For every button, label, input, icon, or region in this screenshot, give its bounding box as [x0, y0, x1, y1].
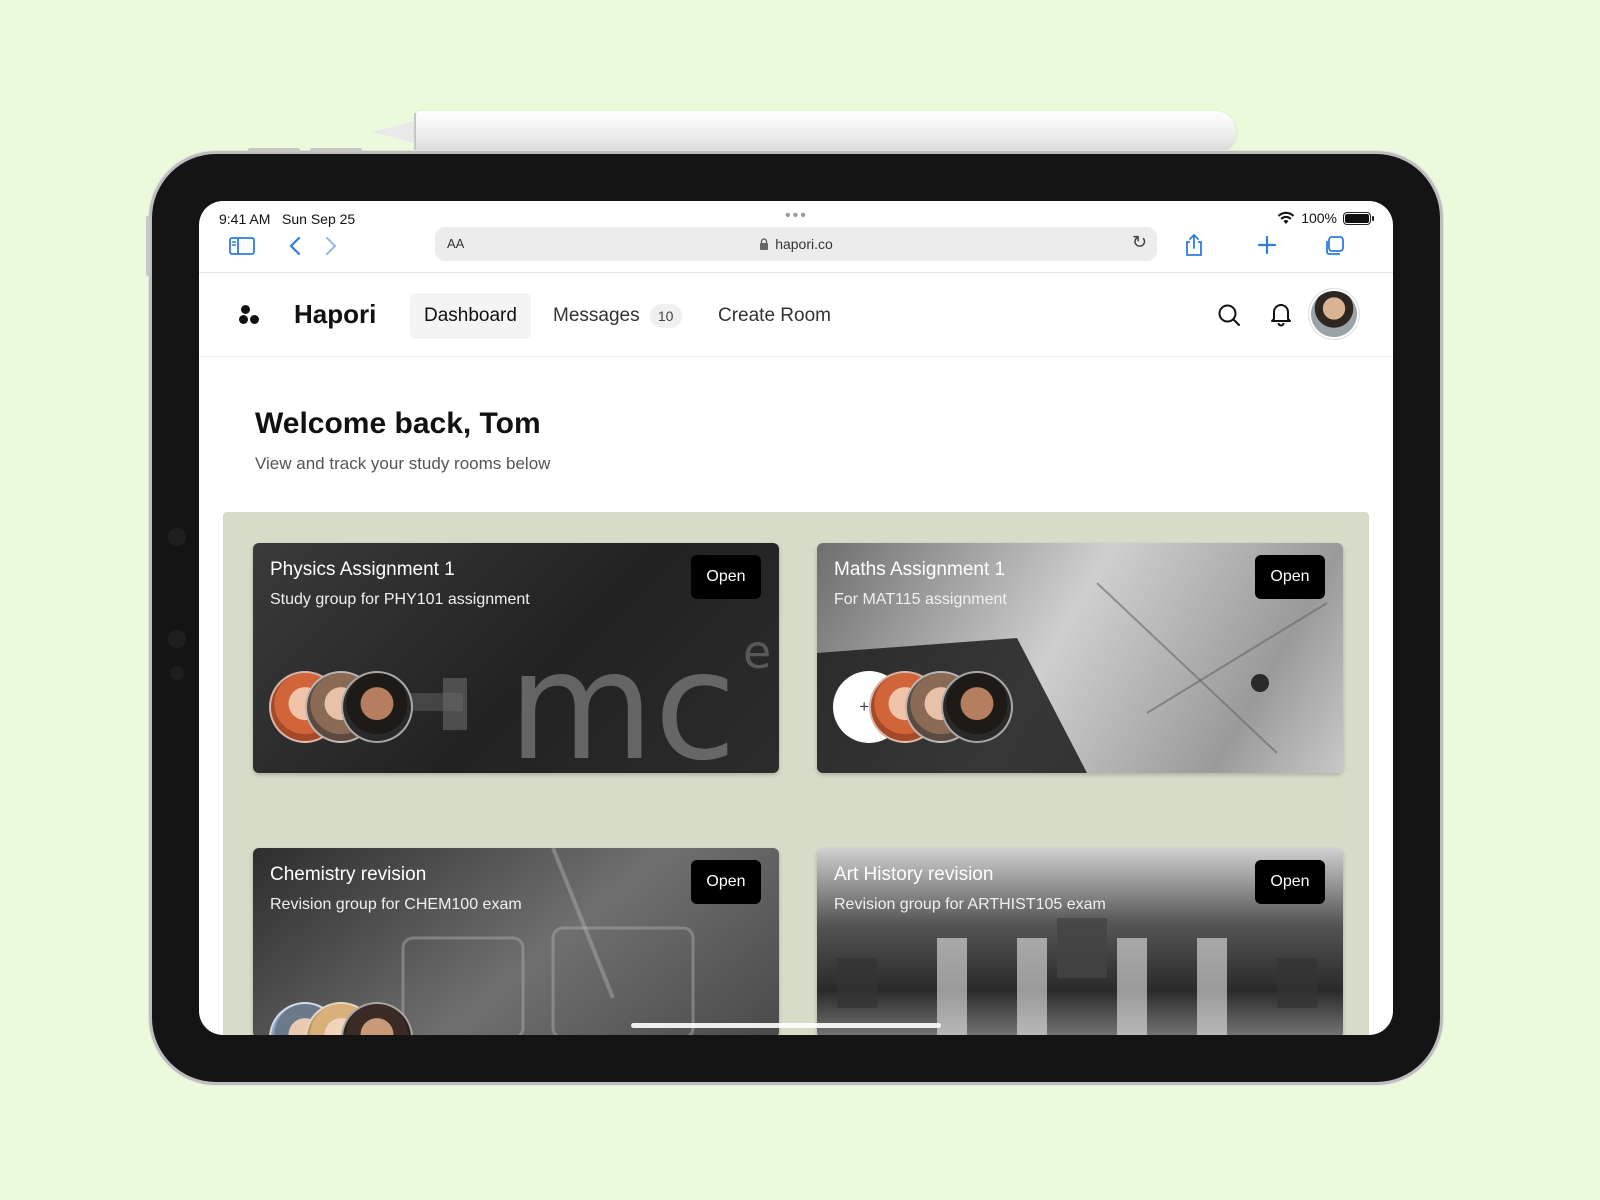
open-room-button[interactable]: Open [691, 555, 761, 599]
open-room-button[interactable]: Open [1255, 555, 1325, 599]
volume-button [248, 148, 300, 152]
nav-create-room[interactable]: Create Room [704, 293, 845, 339]
lock-icon [760, 238, 769, 250]
room-title: Art History revision [834, 864, 994, 885]
hapori-logo-icon[interactable] [239, 305, 263, 325]
nav-dashboard[interactable]: Dashboard [410, 293, 531, 339]
room-title: Maths Assignment 1 [834, 559, 1006, 580]
nav-messages[interactable]: Messages 10 [539, 293, 696, 339]
battery-percent: 100% [1301, 210, 1337, 226]
back-chevron-icon[interactable] [289, 236, 301, 256]
room-card-maths[interactable]: Maths Assignment 1 For MAT115 assignment… [817, 543, 1343, 773]
address-bar[interactable]: AA hapori.co ↻ [435, 227, 1157, 261]
pencil-body [416, 111, 1236, 153]
multitasking-dots-icon[interactable]: ••• [785, 207, 808, 225]
open-room-button[interactable]: Open [691, 860, 761, 904]
sidebar-toggle-icon[interactable] [229, 237, 255, 255]
camera-dot [170, 666, 184, 680]
room-description: Revision group for ARTHIST105 exam [834, 896, 1106, 913]
apple-pencil [372, 111, 1236, 153]
svg-text:e: e [743, 625, 771, 679]
room-title: Physics Assignment 1 [270, 559, 455, 580]
room-description: For MAT115 assignment [834, 591, 1007, 608]
notification-bell-icon[interactable] [1269, 301, 1293, 327]
battery-icon [1343, 211, 1374, 225]
share-icon[interactable] [1185, 233, 1203, 257]
app-navbar: Hapori Dashboard Messages 10 Create Room [199, 273, 1393, 357]
room-card-art-history[interactable]: Art History revision Revision group for … [817, 848, 1343, 1035]
room-description: Revision group for CHEM100 exam [270, 896, 522, 913]
search-icon[interactable] [1217, 303, 1241, 327]
room-description: Study group for PHY101 assignment [270, 591, 530, 608]
home-indicator[interactable] [631, 1023, 941, 1028]
room-title: Chemistry revision [270, 864, 427, 885]
tabs-overview-icon[interactable] [1323, 235, 1345, 257]
camera-dot [168, 528, 186, 546]
wifi-icon [1277, 211, 1295, 224]
member-avatar [341, 671, 413, 743]
reload-icon[interactable]: ↻ [1132, 232, 1147, 253]
open-room-button[interactable]: Open [1255, 860, 1325, 904]
ipad-device: 9:41 AM Sun Sep 25 ••• 100% AA hapori.co… [146, 148, 1440, 1082]
pencil-tip [372, 120, 418, 144]
url-text: hapori.co [435, 236, 1157, 252]
welcome-subtitle: View and track your study rooms below [255, 454, 551, 473]
member-avatar [941, 671, 1013, 743]
room-card-chemistry[interactable]: Chemistry revision Revision group for CH… [253, 848, 779, 1035]
screen: 9:41 AM Sun Sep 25 ••• 100% AA hapori.co… [199, 201, 1393, 1035]
power-button [146, 216, 150, 276]
forward-chevron-icon[interactable] [325, 236, 337, 256]
new-tab-plus-icon[interactable] [1257, 235, 1277, 255]
room-card-physics[interactable]: mc e Physics Assignment 1 Study group fo… [253, 543, 779, 773]
svg-text:mc: mc [508, 620, 737, 773]
messages-count-badge: 10 [649, 304, 682, 328]
browser-toolbar: AA hapori.co ↻ [199, 225, 1393, 273]
study-rooms-panel: mc e Physics Assignment 1 Study group fo… [223, 512, 1369, 1035]
welcome-title: Welcome back, Tom [255, 407, 541, 440]
camera-dot [168, 630, 186, 648]
brand-name[interactable]: Hapori [294, 299, 376, 330]
volume-button [310, 148, 362, 152]
status-right: 100% [1277, 210, 1374, 226]
user-avatar[interactable] [1311, 291, 1357, 337]
